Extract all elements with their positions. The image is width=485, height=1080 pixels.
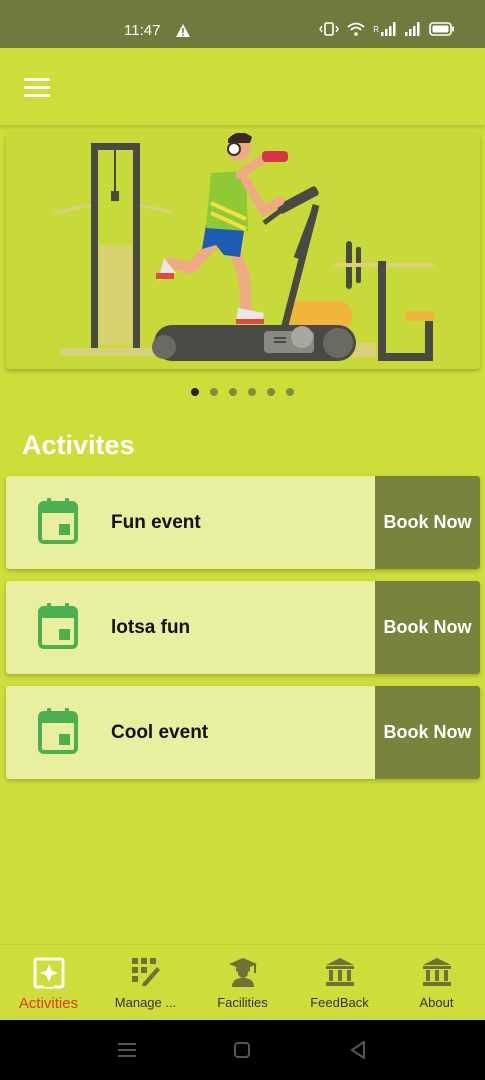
carousel-dot[interactable] <box>191 388 199 396</box>
carousel-dot[interactable] <box>210 388 218 396</box>
manage-icon <box>131 958 160 986</box>
calendar-icon <box>38 708 78 754</box>
carousel-dot[interactable] <box>229 388 237 396</box>
network-type-label: R <box>373 24 379 34</box>
event-card[interactable]: Cool event Book Now <box>6 686 480 779</box>
vibrate-icon <box>319 22 340 36</box>
event-card[interactable]: Fun event Book Now <box>6 476 480 569</box>
nav-label: Manage ... <box>114 995 177 1010</box>
carousel-dot[interactable] <box>286 388 294 396</box>
status-icons: R <box>319 22 455 36</box>
status-bar: 11:47 R <box>0 0 485 48</box>
calendar-icon <box>38 603 78 649</box>
treadmill-illustration <box>53 133 434 361</box>
banner-carousel[interactable] <box>6 133 480 369</box>
nav-item-feedback[interactable]: FeedBack <box>291 945 388 1021</box>
carousel-dot[interactable] <box>267 388 275 396</box>
battery-icon <box>429 22 454 36</box>
nav-item-manage[interactable]: Manage ... <box>97 945 194 1021</box>
book-now-button[interactable]: Book Now <box>375 686 480 779</box>
event-name: Fun event <box>111 512 201 533</box>
back-icon[interactable] <box>350 1041 366 1059</box>
nav-item-about[interactable]: About <box>388 945 485 1021</box>
nav-label: Facilities <box>217 995 268 1010</box>
feedback-icon <box>325 958 354 986</box>
about-icon <box>422 958 451 986</box>
nav-item-facilities[interactable]: Facilities <box>194 945 291 1021</box>
signal-icon-1 <box>381 22 396 36</box>
nav-item-activities[interactable]: Activities <box>0 945 97 1021</box>
signal-icon-2 <box>405 22 420 36</box>
event-name: lotsa fun <box>111 617 191 638</box>
bottom-navigation: Activities Manage ... Facilities FeedBac… <box>0 944 485 1020</box>
wifi-icon <box>347 22 365 36</box>
facilities-icon <box>228 958 257 987</box>
carousel-indicator <box>0 388 485 396</box>
system-navigation-bar <box>0 1020 485 1080</box>
section-title: Activites <box>22 430 135 460</box>
book-now-button[interactable]: Book Now <box>375 476 480 569</box>
home-icon[interactable] <box>234 1042 250 1058</box>
recent-apps-icon[interactable] <box>118 1042 136 1058</box>
activities-icon <box>33 957 64 989</box>
event-card[interactable]: lotsa fun Book Now <box>6 581 480 674</box>
calendar-icon <box>38 498 78 544</box>
hamburger-menu-icon[interactable] <box>24 78 50 98</box>
nav-label: FeedBack <box>310 995 369 1010</box>
nav-label: About <box>419 995 454 1010</box>
status-time: 11:47 <box>124 22 161 39</box>
nav-label: Activities <box>18 995 79 1012</box>
warning-icon <box>176 24 190 42</box>
event-name: Cool event <box>111 722 209 743</box>
carousel-dot[interactable] <box>248 388 256 396</box>
app-bar <box>0 48 485 126</box>
book-now-button[interactable]: Book Now <box>375 581 480 674</box>
